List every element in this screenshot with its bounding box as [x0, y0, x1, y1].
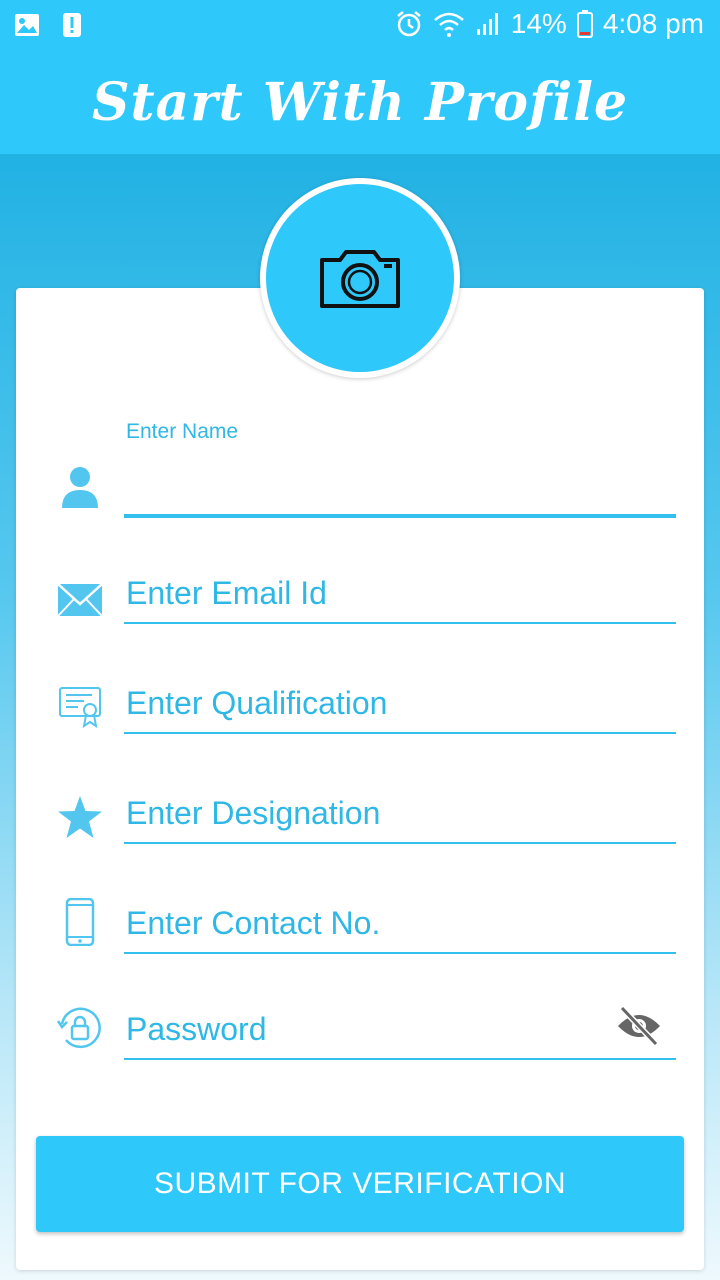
contact-input[interactable]: Enter Contact No. [124, 892, 676, 954]
clock: 4:08 pm [602, 8, 704, 39]
app-bar: Start With Profile [0, 50, 720, 154]
star-icon [58, 796, 102, 838]
name-input[interactable] [124, 454, 676, 518]
wifi-icon [433, 12, 464, 37]
battery-percent: 14% [510, 8, 567, 39]
name-field [56, 438, 676, 518]
email-field: Enter Email Id [56, 544, 676, 624]
qualification-input[interactable]: Enter Qualification [124, 672, 676, 734]
submit-for-verification-button[interactable]: SUBMIT FOR VERIFICATION [36, 1136, 684, 1232]
qualification-field: Enter Qualification [56, 654, 676, 734]
password-field: Password [56, 980, 676, 1060]
envelope-icon [57, 583, 103, 617]
status-bar: 14% 4:08 pm [0, 0, 720, 50]
profile-photo-frame [260, 178, 460, 378]
designation-input[interactable]: Enter Designation [124, 782, 676, 844]
contact-field: Enter Contact No. [56, 874, 676, 954]
gallery-icon [15, 14, 39, 36]
profile-photo-button[interactable] [266, 184, 454, 372]
camera-icon [320, 250, 400, 308]
email-input[interactable]: Enter Email Id [124, 562, 676, 624]
designation-field: Enter Designation [56, 764, 676, 844]
signal-icon [476, 13, 498, 35]
person-icon [62, 467, 98, 508]
password-input[interactable]: Password [124, 998, 676, 1060]
alarm-icon [397, 11, 421, 37]
certificate-icon [59, 687, 101, 729]
page-title: Start With Profile [91, 71, 629, 133]
alert-icon [63, 13, 81, 37]
phone-icon [65, 898, 95, 946]
eye-off-icon[interactable] [616, 1006, 662, 1046]
battery-icon [576, 10, 593, 38]
lock-icon [56, 1007, 101, 1049]
